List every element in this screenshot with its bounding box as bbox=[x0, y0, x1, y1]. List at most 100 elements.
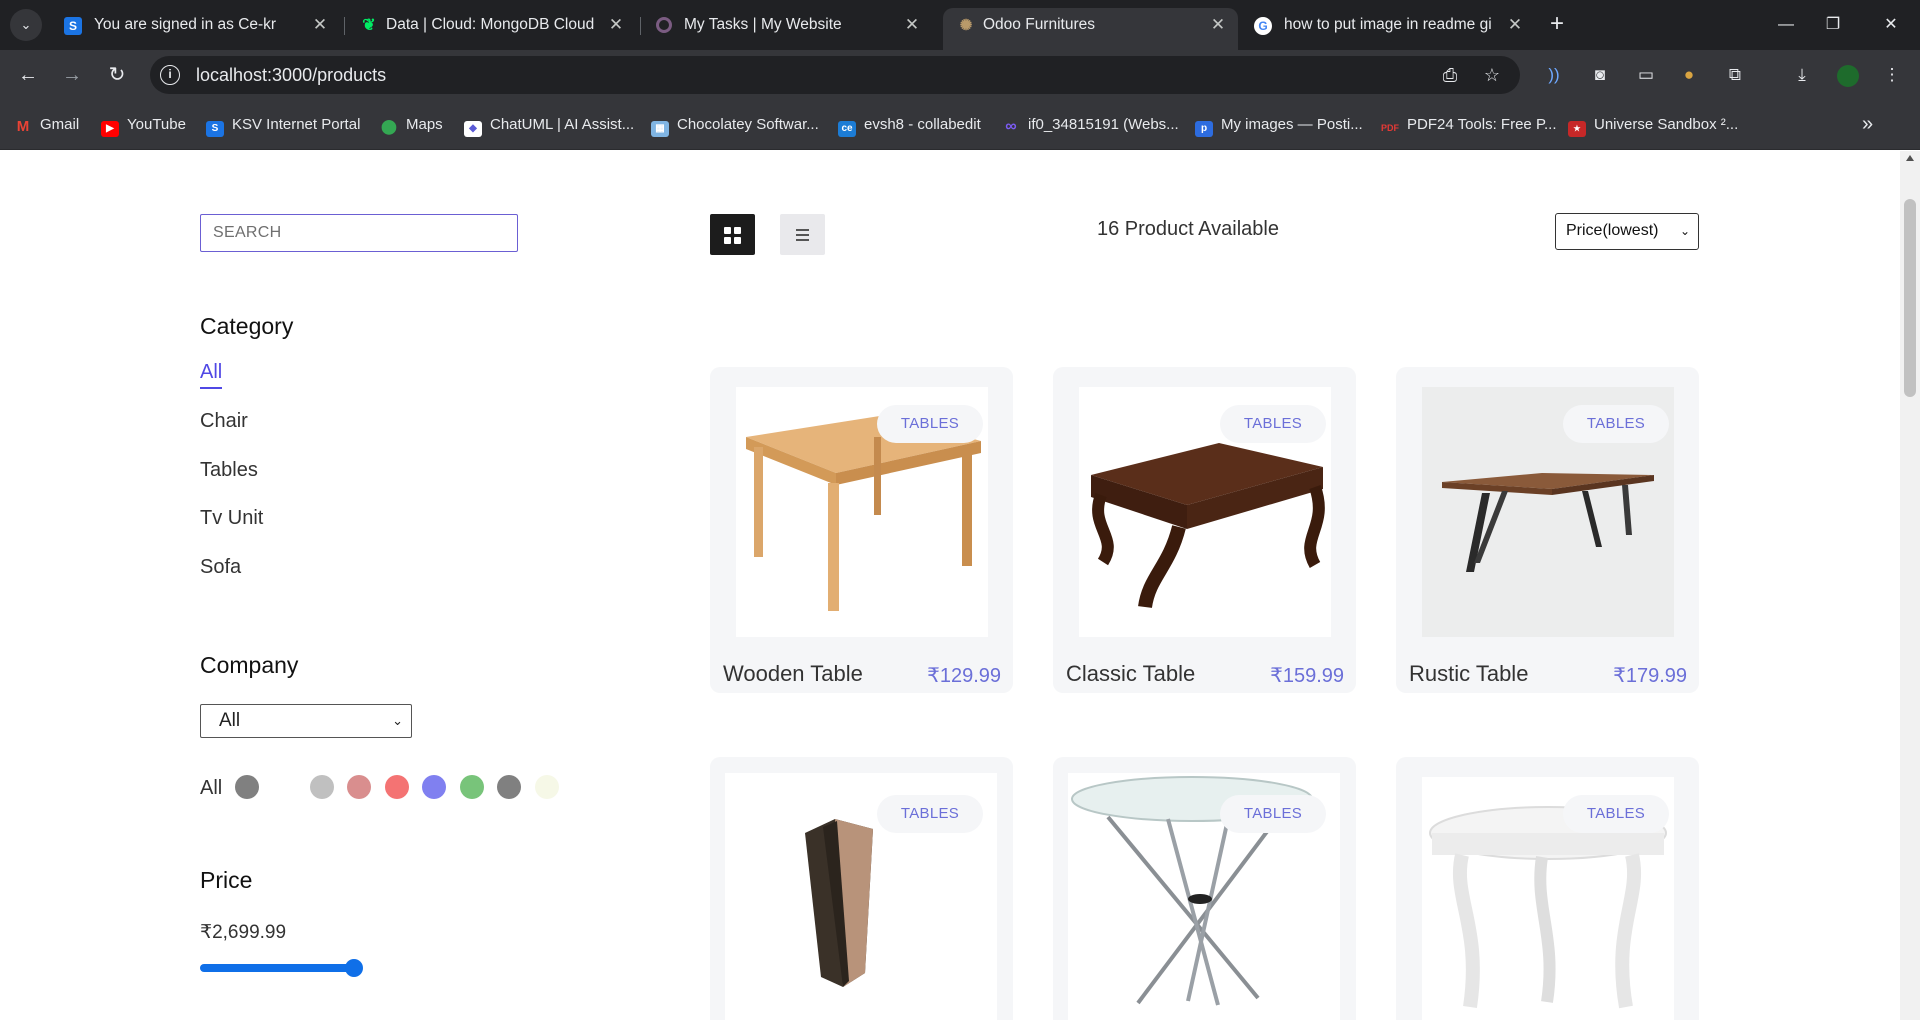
close-icon[interactable]: ✕ bbox=[310, 8, 330, 42]
category-sofa[interactable]: Sofa bbox=[200, 556, 241, 579]
tab-signed-in[interactable]: S You are signed in as Ce-kr ✕ bbox=[50, 8, 340, 42]
tab-capture-icon[interactable]: ▭ bbox=[1633, 62, 1659, 88]
category-heading: Category bbox=[200, 313, 294, 339]
price-heading: Price bbox=[200, 867, 253, 893]
category-tables[interactable]: Tables bbox=[200, 459, 258, 482]
category-all[interactable]: All bbox=[200, 361, 223, 389]
tab-mongodb[interactable]: ❦ Data | Cloud: MongoDB Cloud ✕ bbox=[346, 8, 636, 42]
color-swatch[interactable] bbox=[460, 775, 484, 799]
tab-title: Data | Cloud: MongoDB Cloud bbox=[386, 16, 595, 33]
color-swatch[interactable] bbox=[535, 775, 559, 799]
bookmark-label: My images — Posti... bbox=[1221, 116, 1363, 133]
reload-icon[interactable]: ↻ bbox=[101, 60, 133, 90]
grid-icon-cell bbox=[734, 237, 741, 244]
extension-wave-icon[interactable]: )) bbox=[1541, 62, 1567, 88]
category-chair[interactable]: Chair bbox=[200, 410, 248, 433]
more-bookmarks-icon[interactable]: » bbox=[1862, 113, 1873, 136]
bookmark-ksv[interactable]: S KSV Internet Portal bbox=[206, 115, 360, 137]
download-icon[interactable]: ⤓ bbox=[1789, 62, 1815, 88]
tab-divider bbox=[344, 17, 345, 35]
address-bar[interactable]: i localhost:3000/products ⎙ ☆ bbox=[150, 56, 1520, 94]
tab-readme[interactable]: G how to put image in readme gi ✕ bbox=[1240, 8, 1535, 42]
scrollbar-thumb[interactable] bbox=[1904, 199, 1916, 397]
forward-arrow-icon[interactable]: → bbox=[56, 60, 88, 90]
category-tv-unit[interactable]: Tv Unit bbox=[200, 507, 263, 530]
grid-view-button[interactable] bbox=[710, 214, 755, 255]
cookie-icon[interactable]: ● bbox=[1676, 62, 1702, 88]
close-icon[interactable]: ✕ bbox=[606, 8, 626, 42]
category-badge: TABLES bbox=[1220, 795, 1326, 833]
company-select[interactable]: All ⌄ bbox=[200, 704, 412, 738]
screen-capture-icon[interactable]: ◙ bbox=[1587, 62, 1613, 88]
url-text[interactable]: localhost:3000/products bbox=[196, 56, 386, 94]
bookmark-infinityfree[interactable]: ∞ if0_34815191 (Webs... bbox=[1002, 115, 1178, 135]
pdf24-icon: PDF bbox=[1381, 123, 1399, 133]
back-arrow-icon[interactable]: ← bbox=[12, 60, 44, 90]
price-value: ₹2,699.99 bbox=[200, 922, 287, 943]
chevron-down-icon: ⌄ bbox=[392, 713, 403, 728]
list-icon bbox=[796, 229, 809, 231]
product-card[interactable]: TABLES Classic Table ₹159.99 bbox=[1053, 367, 1356, 693]
bookmark-postimg[interactable]: p My images — Posti... bbox=[1195, 115, 1363, 137]
tab-title: You are signed in as Ce-kr bbox=[94, 16, 277, 33]
bookmark-youtube[interactable]: ▶ YouTube bbox=[101, 115, 186, 137]
install-app-icon[interactable]: ⎙ bbox=[1438, 63, 1462, 87]
product-card[interactable]: TABLES bbox=[710, 757, 1013, 1020]
kebab-menu-icon[interactable]: ⋮ bbox=[1879, 62, 1905, 88]
s-favicon-icon: S bbox=[64, 17, 82, 35]
product-name: Rustic Table bbox=[1409, 661, 1529, 686]
scroll-up-arrow-icon[interactable] bbox=[1906, 155, 1914, 161]
tab-my-tasks[interactable]: My Tasks | My Website ✕ bbox=[642, 8, 932, 42]
minimize-icon[interactable]: — bbox=[1764, 8, 1808, 42]
products-page: Category All Chair Tables Tv Unit Sofa C… bbox=[0, 151, 1900, 1020]
color-swatch[interactable] bbox=[497, 775, 521, 799]
close-icon[interactable]: ✕ bbox=[902, 8, 922, 42]
bookmark-label: YouTube bbox=[127, 116, 186, 133]
close-icon[interactable]: ✕ bbox=[1505, 8, 1525, 42]
product-price: ₹159.99 bbox=[1270, 665, 1344, 687]
bookmark-star-icon[interactable]: ☆ bbox=[1480, 63, 1504, 87]
tab-search-button[interactable]: ⌄ bbox=[10, 9, 42, 41]
product-card[interactable]: TABLES Wooden Table ₹129.99 bbox=[710, 367, 1013, 693]
bookmark-chocolatey[interactable]: ▦ Chocolatey Softwar... bbox=[651, 115, 819, 137]
chatuml-icon: ◆ bbox=[464, 121, 482, 137]
sort-selected-value: Price(lowest) bbox=[1566, 222, 1659, 239]
bookmark-maps[interactable]: ⬤ Maps bbox=[380, 115, 443, 135]
category-badge: TABLES bbox=[877, 795, 983, 833]
sun-icon: ✺ bbox=[959, 17, 973, 34]
product-price: ₹179.99 bbox=[1613, 665, 1687, 687]
price-slider-track[interactable] bbox=[200, 964, 360, 972]
product-card[interactable]: TABLES Rustic Table ₹179.99 bbox=[1396, 367, 1699, 693]
page-scrollbar[interactable] bbox=[1900, 151, 1920, 1020]
bookmark-gmail[interactable]: M Gmail bbox=[14, 115, 79, 135]
sort-select[interactable]: Price(lowest) ⌄ bbox=[1555, 213, 1699, 250]
product-card[interactable]: TABLES bbox=[1396, 757, 1699, 1020]
ksv-icon: S bbox=[206, 121, 224, 137]
color-filter-all[interactable]: All bbox=[200, 777, 222, 800]
color-swatch[interactable] bbox=[235, 775, 259, 799]
color-swatch[interactable] bbox=[385, 775, 409, 799]
bookmark-pdf24[interactable]: PDF PDF24 Tools: Free P... bbox=[1381, 115, 1557, 135]
search-input[interactable] bbox=[200, 214, 518, 252]
extensions-puzzle-icon[interactable]: ⧉ bbox=[1722, 62, 1748, 88]
color-swatch[interactable] bbox=[347, 775, 371, 799]
list-view-button[interactable] bbox=[780, 214, 825, 255]
profile-avatar[interactable] bbox=[1835, 62, 1861, 88]
product-card[interactable]: TABLES bbox=[1053, 757, 1356, 1020]
tab-title: Odoo Furnitures bbox=[983, 16, 1095, 33]
color-swatch[interactable] bbox=[310, 775, 334, 799]
tab-odoo-furnitures[interactable]: ✺ Odoo Furnitures ✕ bbox=[943, 8, 1238, 50]
new-tab-button[interactable]: + bbox=[1542, 9, 1572, 39]
bookmarks-bar: M Gmail ▶ YouTube S KSV Internet Portal ⬤ Ma… bbox=[0, 100, 1920, 150]
restore-icon[interactable]: ❐ bbox=[1811, 8, 1855, 42]
bookmark-universe-sandbox[interactable]: ★ Universe Sandbox ²... bbox=[1568, 115, 1738, 137]
close-icon[interactable]: ✕ bbox=[1208, 8, 1228, 42]
bookmark-collabedit[interactable]: ce evsh8 - collabedit bbox=[838, 115, 981, 137]
browser-toolbar: ← → ↻ i localhost:3000/products ⎙ ☆ )) ◙… bbox=[0, 50, 1920, 100]
color-swatch[interactable] bbox=[422, 775, 446, 799]
category-badge: TABLES bbox=[1220, 405, 1326, 443]
site-info-icon[interactable]: i bbox=[160, 65, 180, 85]
close-window-icon[interactable]: ✕ bbox=[1869, 8, 1913, 42]
bookmark-chatuml[interactable]: ◆ ChatUML | AI Assist... bbox=[464, 115, 634, 137]
price-slider-thumb[interactable] bbox=[345, 959, 363, 977]
